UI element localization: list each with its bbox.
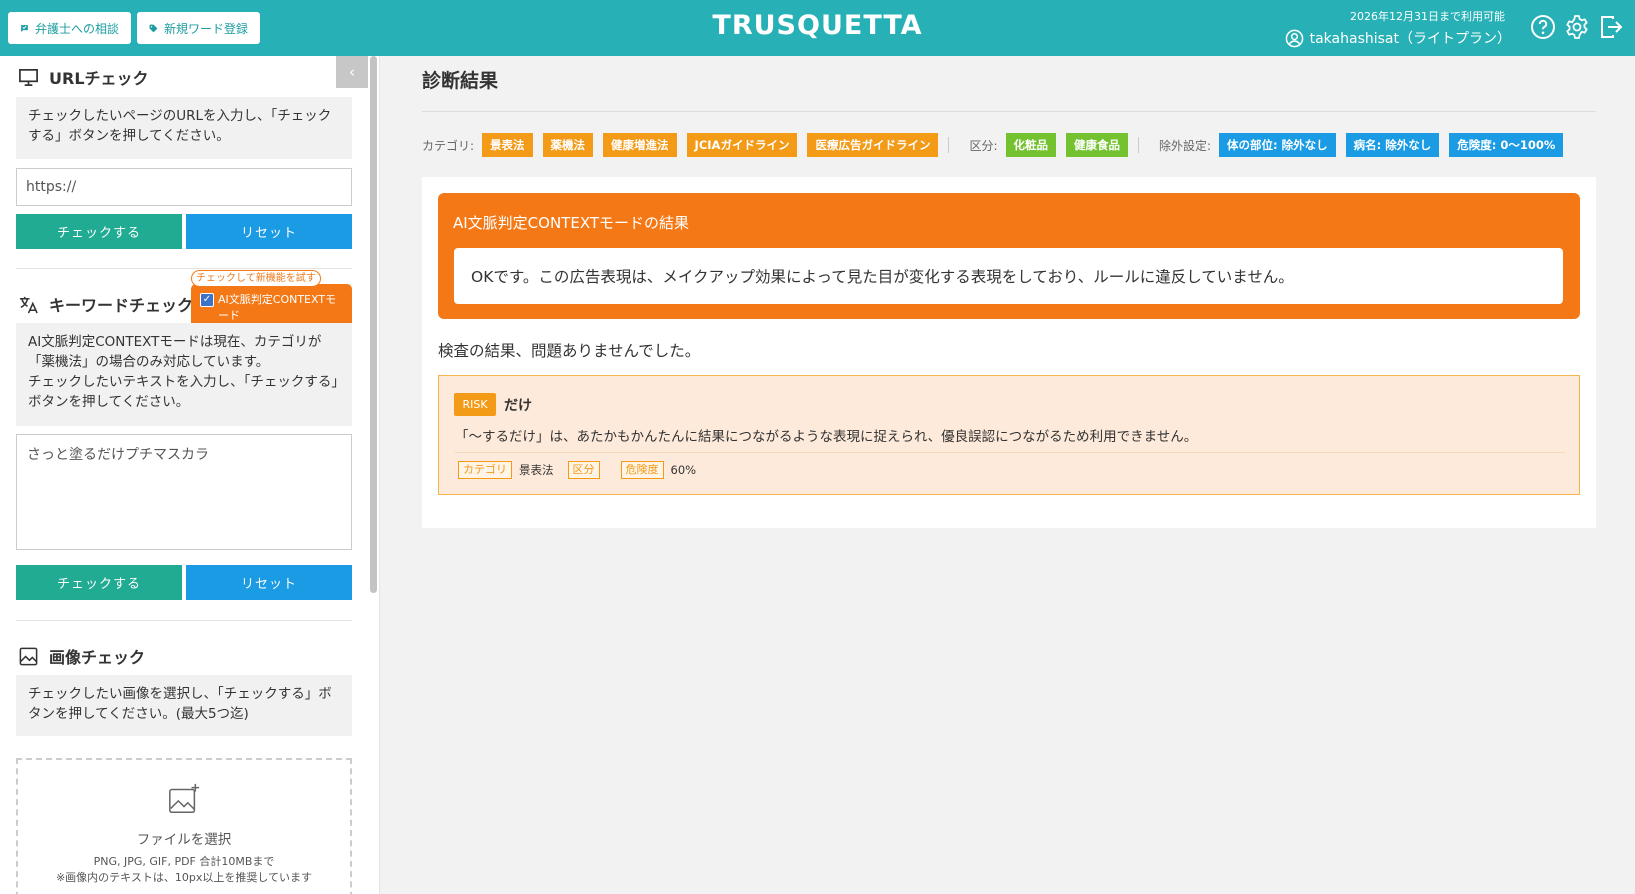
- exclusion-tag: 危険度: 0〜100%: [1449, 133, 1564, 157]
- account-info: 2026年12月31日まで利用可能 takahashisat（ライトプラン）: [1285, 8, 1511, 48]
- url-check-title: URLチェック: [49, 69, 149, 88]
- chevron-left-icon: ‹: [349, 63, 355, 81]
- keyword-check-button[interactable]: チェックする: [16, 565, 182, 600]
- url-input[interactable]: [16, 168, 352, 206]
- risk-level-label: 危険度: [620, 461, 664, 479]
- risk-division-label: 区分: [567, 461, 600, 479]
- division-tag: 健康食品: [1066, 133, 1128, 157]
- plan-expiry: 2026年12月31日まで利用可能: [1350, 10, 1505, 23]
- category-tag: JCIAガイドライン: [686, 133, 798, 157]
- category-tag: 医療広告ガイドライン: [807, 133, 939, 157]
- risk-category-value: 景表法: [519, 463, 554, 477]
- image-add-icon: [169, 783, 200, 813]
- division-tag: 化粧品: [1005, 133, 1056, 157]
- user-name: takahashisat（ライトプラン）: [1309, 31, 1511, 47]
- risk-level-value: 60%: [670, 463, 697, 477]
- filter-separator: [1138, 137, 1139, 153]
- new-feature-tooltip: チェックして新機能を試す: [191, 270, 321, 287]
- sidebar-scrollbar-thumb[interactable]: [370, 56, 377, 593]
- tag-icon: [149, 24, 158, 32]
- image-check-title: 画像チェック: [49, 648, 146, 667]
- context-mode-checkbox[interactable]: ✓: [200, 293, 214, 307]
- monitor-icon: [19, 68, 38, 86]
- ai-result-text: OKです。この広告表現は、メイクアップ効果によって見た目が変化する表現をしており…: [454, 248, 1563, 304]
- new-word-register-button[interactable]: 新規ワード登録: [137, 12, 260, 44]
- logout-icon[interactable]: [1598, 14, 1624, 40]
- image-check-heading: 画像チェック: [18, 644, 145, 668]
- gear-icon[interactable]: [1564, 14, 1590, 40]
- category-tag: 健康増進法: [603, 133, 677, 157]
- check-result-text: 検査の結果、問題ありませんでした。: [438, 342, 701, 360]
- help-icon[interactable]: [1530, 14, 1556, 40]
- image-check-description: チェックしたい画像を選択し、「チェックする」ボタンを押してください。(最大5つ迄…: [16, 675, 352, 736]
- keyword-check-title: キーワードチェック: [49, 296, 194, 315]
- filter-separator: [948, 137, 950, 153]
- file-format-note: PNG, JPG, GIF, PDF 合計10MBまで: [93, 855, 275, 868]
- risk-description: 「〜するだけ」は、あたかもかんたんに結果につながるような表現に捉えられ、優良誤認…: [455, 429, 1198, 445]
- keyword-check-description: AI文脈判定CONTEXTモードは現在、カテゴリが「薬機法」の場合のみ対応してい…: [16, 323, 352, 426]
- user-icon: [1285, 29, 1303, 47]
- risk-meta: カテゴリ 景表法 区分 危険度 60%: [458, 461, 710, 479]
- new-word-register-label: 新規ワード登録: [163, 21, 248, 36]
- title-divider: [422, 111, 1596, 112]
- keyword-reset-button[interactable]: リセット: [186, 565, 352, 600]
- keyword-description-line1: AI文脈判定CONTEXTモードは現在、カテゴリが「薬機法」の場合のみ対応してい…: [28, 334, 322, 370]
- exclusion-tag: 病名: 除外なし: [1345, 133, 1440, 157]
- category-label: カテゴリ:: [422, 138, 475, 153]
- risk-badge: RISK: [454, 393, 496, 416]
- lawyer-consult-button[interactable]: 弁護士への相談: [8, 12, 131, 44]
- keyword-description-line2: チェックしたいテキストを入力し、「チェックする」ボタンを押してください。: [28, 374, 339, 410]
- risk-category-label: カテゴリ: [458, 461, 512, 479]
- category-tag: 薬機法: [542, 133, 594, 157]
- collapse-sidebar-button[interactable]: ‹: [336, 56, 368, 88]
- keyword-textarea[interactable]: さっと塗るだけプチマスカラ: [16, 434, 352, 550]
- top-bar: 弁護士への相談 新規ワード登録 TRUSQUETTA 2026年12月31日まで…: [0, 0, 1635, 56]
- section-divider: [16, 620, 352, 621]
- division-label: 区分:: [969, 138, 998, 153]
- file-select-label: ファイルを選択: [136, 832, 232, 848]
- category-tag: 景表法: [482, 133, 533, 157]
- ai-result-title: AI文脈判定CONTEXTモードの結果: [453, 214, 690, 232]
- risk-divider: [455, 452, 1565, 453]
- url-reset-button[interactable]: リセット: [186, 214, 352, 249]
- image-dropzone[interactable]: ファイルを選択 PNG, JPG, GIF, PDF 合計10MBまで ※画像内…: [16, 758, 352, 894]
- keyword-check-heading: キーワードチェック: [18, 292, 193, 316]
- user-menu[interactable]: takahashisat（ライトプラン）: [1285, 28, 1511, 48]
- url-check-heading: URLチェック: [18, 65, 149, 89]
- image-icon: [19, 647, 38, 665]
- filter-summary: カテゴリ: 景表法 薬機法 健康増進法 JCIAガイドライン 医療広告ガイドライ…: [422, 133, 1573, 157]
- url-check-description: チェックしたいページのURLを入力し、「チェックする」ボタンを押してください。: [16, 97, 352, 159]
- page-title: 診断結果: [422, 70, 499, 92]
- translate-icon: [19, 296, 38, 313]
- section-divider: [16, 268, 352, 269]
- risk-word: だけ: [504, 398, 532, 414]
- text-size-note: ※画像内のテキストは、10px以上を推奨しています: [55, 871, 313, 884]
- url-check-button[interactable]: チェックする: [16, 214, 182, 249]
- exclusion-label: 除外設定:: [1159, 138, 1212, 153]
- exclusion-tag: 体の部位: 除外なし: [1219, 133, 1336, 157]
- chat-icon: [21, 24, 28, 32]
- lawyer-consult-label: 弁護士への相談: [34, 21, 119, 36]
